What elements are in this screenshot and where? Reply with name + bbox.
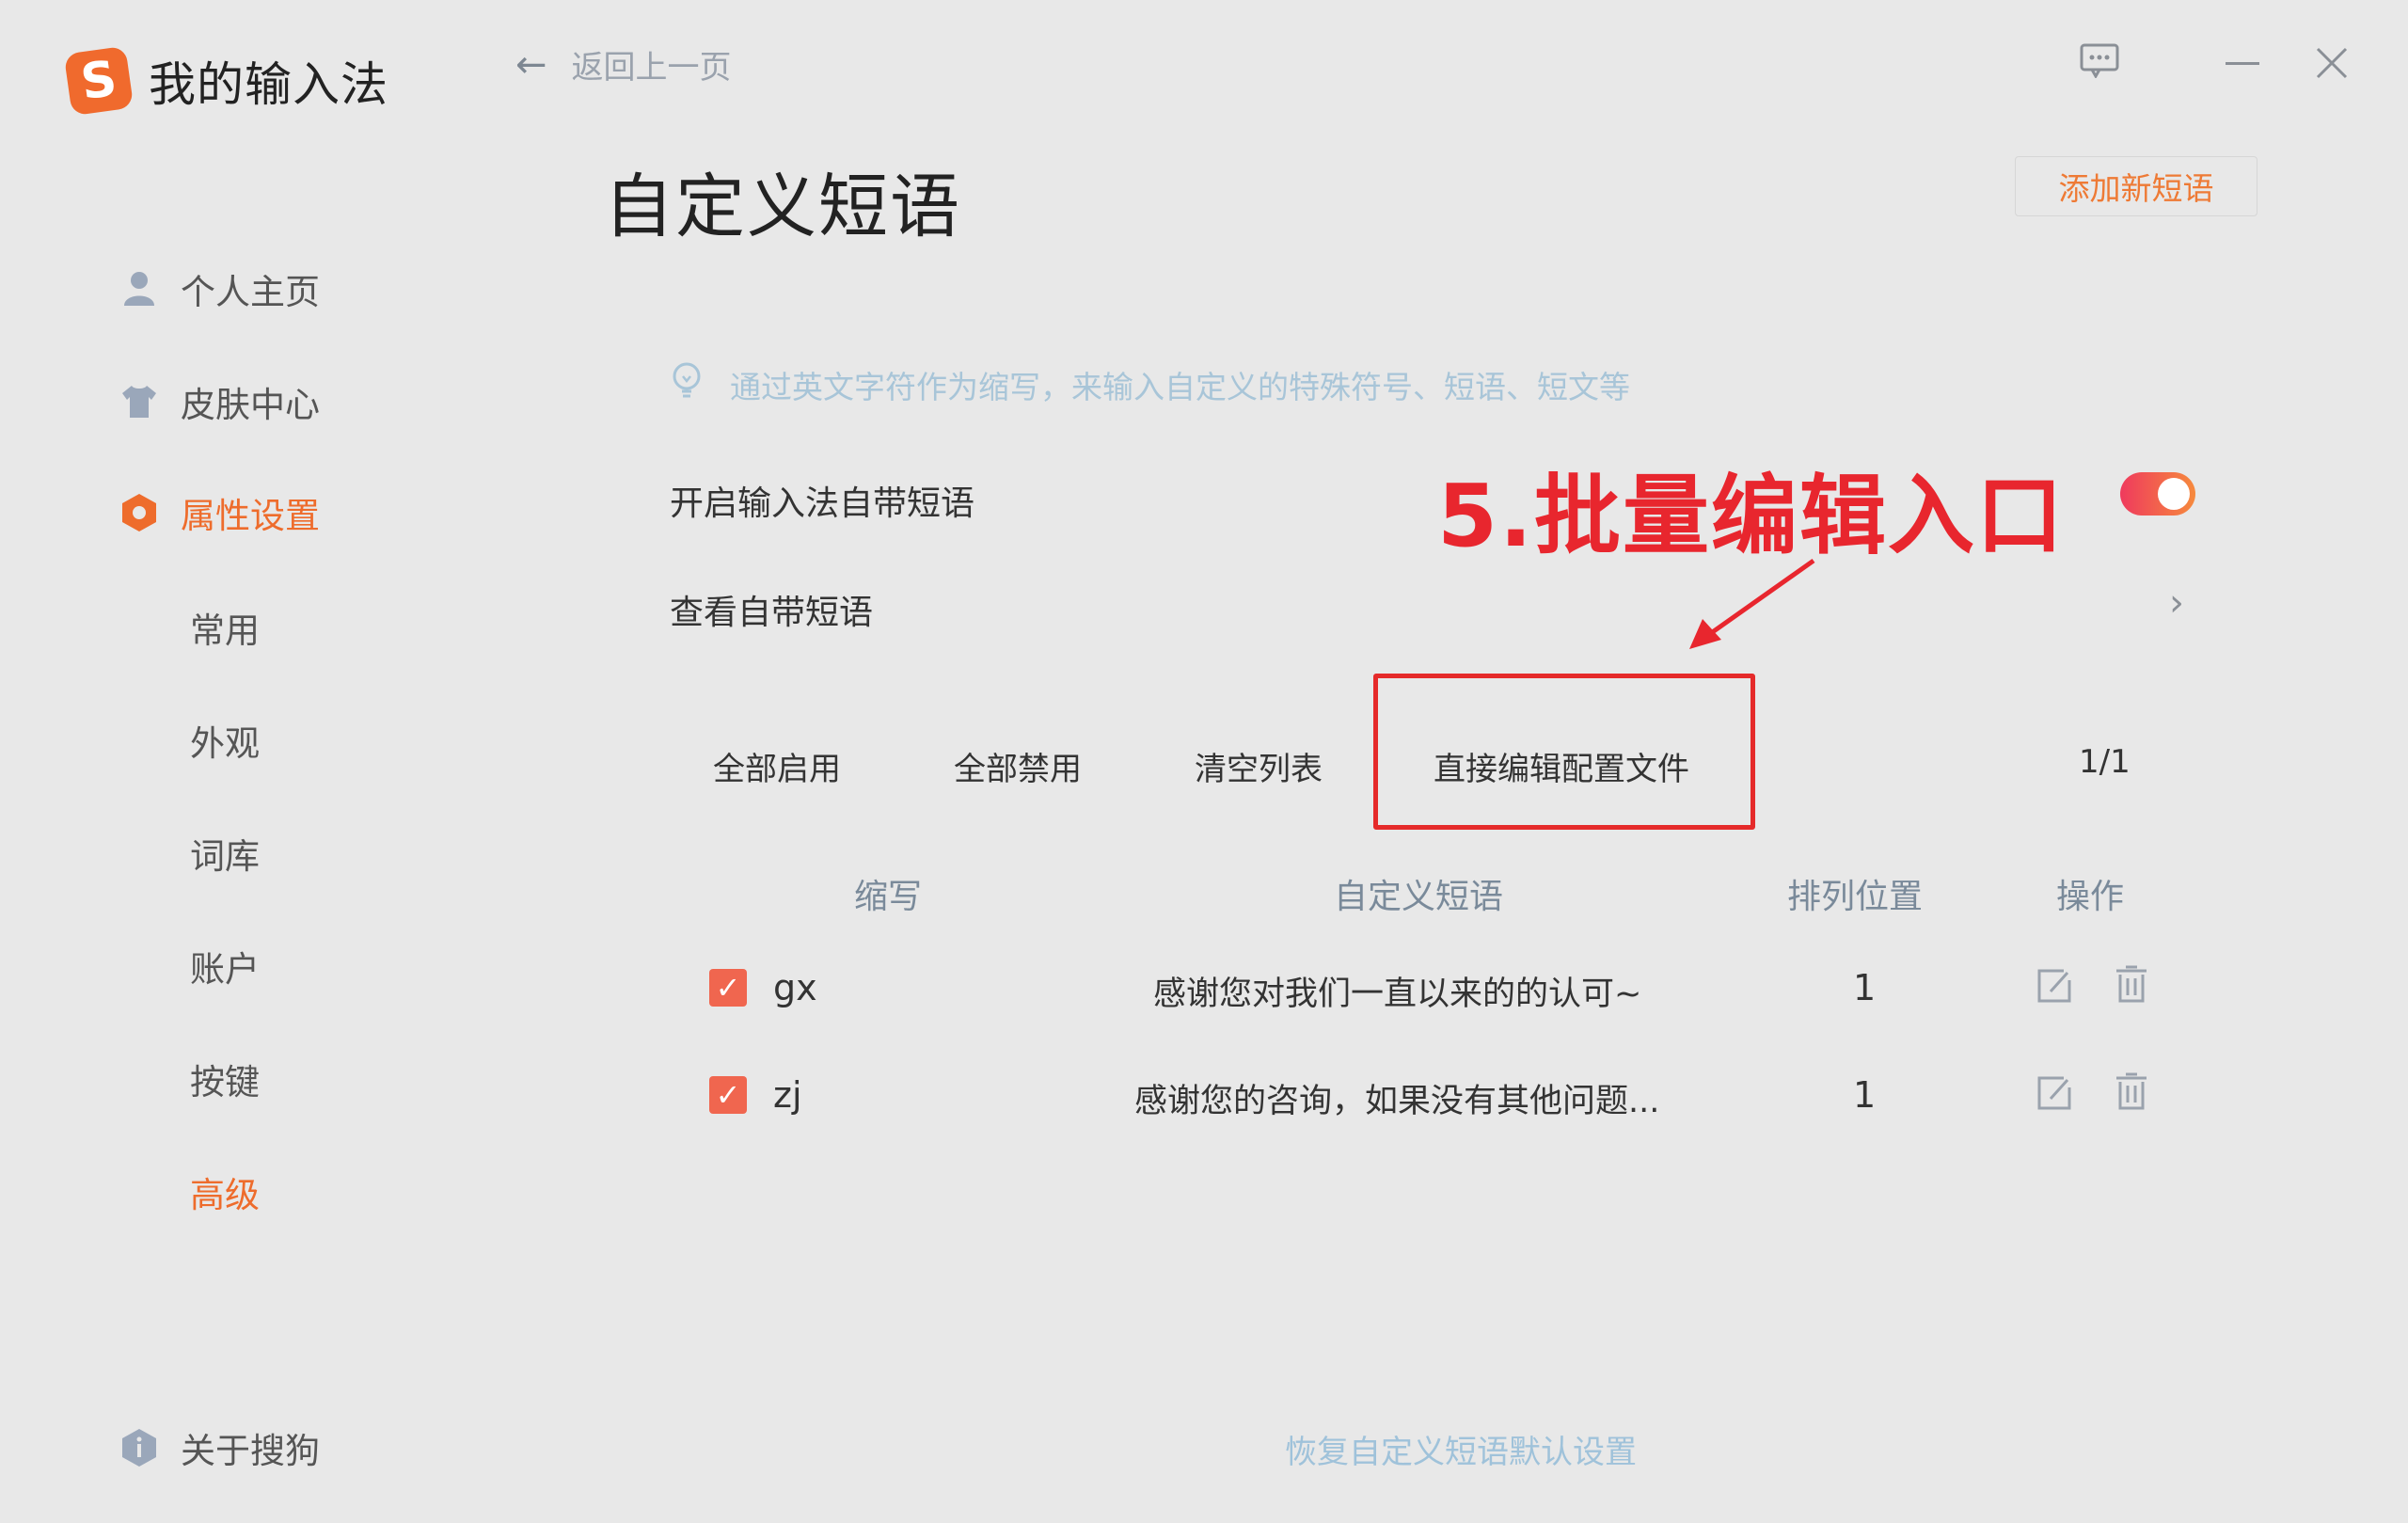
lightbulb-icon xyxy=(670,361,704,408)
shirt-icon xyxy=(120,383,158,420)
header-actions: 操作 xyxy=(2056,878,2125,916)
header-abbr: 缩写 xyxy=(854,878,923,916)
settings-hex-icon xyxy=(120,494,158,531)
add-phrase-button[interactable]: 添加新短语 xyxy=(2015,156,2258,216)
trash-icon[interactable] xyxy=(2113,1072,2150,1116)
toggle-knob xyxy=(2158,478,2190,510)
builtin-phrases-toggle[interactable] xyxy=(2120,472,2195,516)
sidebar-item-about[interactable]: 关于搜狗 xyxy=(120,1422,320,1473)
chat-icon xyxy=(2080,43,2119,80)
row-checkbox[interactable]: ✓ xyxy=(709,1076,747,1114)
sidebar-item-settings[interactable]: 属性设置 xyxy=(120,487,320,538)
sidebar-sub-appearance[interactable]: 外观 xyxy=(190,715,260,766)
sidebar-item-skins[interactable]: 皮肤中心 xyxy=(120,376,320,427)
annotation-arrow-icon xyxy=(1689,558,1815,649)
sidebar-item-label: 属性设置 xyxy=(181,496,320,536)
minimize-button[interactable] xyxy=(2226,62,2259,65)
row-position: 1 xyxy=(1853,967,1877,1008)
sidebar-item-profile[interactable]: 个人主页 xyxy=(120,263,320,314)
header-phrase: 自定义短语 xyxy=(1334,878,1504,916)
chevron-right-icon[interactable]: › xyxy=(2169,581,2184,625)
app-title: 我的输入法 xyxy=(149,57,388,112)
back-link[interactable]: ← 返回上一页 xyxy=(515,41,732,87)
hint-text: 通过英文字符作为缩写，来输入自定义的特殊符号、短语、短文等 xyxy=(670,361,1630,408)
clear-list-button[interactable]: 清空列表 xyxy=(1195,743,1323,789)
row-abbr: gx xyxy=(773,967,817,1008)
back-label: 返回上一页 xyxy=(571,49,732,87)
info-icon xyxy=(120,1429,158,1467)
app-logo: S 我的输入法 xyxy=(63,45,388,117)
page-indicator: 1/1 xyxy=(2079,743,2131,781)
trash-icon[interactable] xyxy=(2113,965,2150,1008)
sidebar-sub-common[interactable]: 常用 xyxy=(190,602,260,653)
sidebar-sub-dictionary[interactable]: 词库 xyxy=(190,828,260,879)
user-icon xyxy=(120,270,158,308)
edit-icon[interactable] xyxy=(2036,967,2073,1008)
edit-icon[interactable] xyxy=(2036,1074,2073,1116)
annotation-text: 5.批量编辑入口 xyxy=(1437,466,2065,566)
sidebar-sub-advanced[interactable]: 高级 xyxy=(190,1166,260,1217)
sidebar-item-label: 皮肤中心 xyxy=(181,385,320,425)
close-button[interactable] xyxy=(2314,45,2350,85)
feedback-button[interactable] xyxy=(2079,41,2120,87)
sogou-logo-icon: S xyxy=(63,45,135,117)
restore-defaults-link[interactable]: 恢复自定义短语默认设置 xyxy=(1285,1426,1637,1472)
builtin-toggle-label: 开启输入法自带短语 xyxy=(670,484,975,523)
row-phrase: 感谢您对我们一直以来的的认可~ xyxy=(1153,976,1642,1013)
view-builtin-label[interactable]: 查看自带短语 xyxy=(670,585,873,634)
row-phrase: 感谢您的咨询，如果没有其他问题... xyxy=(1134,1083,1660,1120)
annotation-highlight-box xyxy=(1373,674,1755,830)
page-title: 自定义短语 xyxy=(604,167,961,247)
sidebar-item-label: 个人主页 xyxy=(181,272,320,312)
sidebar-sub-keys[interactable]: 按键 xyxy=(190,1054,260,1104)
close-icon xyxy=(2316,47,2348,79)
hint-label: 通过英文字符作为缩写，来输入自定义的特殊符号、短语、短文等 xyxy=(730,369,1630,405)
row-position: 1 xyxy=(1853,1074,1877,1116)
enable-all-button[interactable]: 全部启用 xyxy=(713,743,841,789)
disable-all-button[interactable]: 全部禁用 xyxy=(954,743,1082,789)
row-abbr: zj xyxy=(773,1074,802,1116)
sidebar-item-label: 关于搜狗 xyxy=(181,1431,320,1471)
header-position: 排列位置 xyxy=(1787,878,1924,916)
arrow-left-icon: ← xyxy=(515,42,547,87)
sidebar-sub-account[interactable]: 账户 xyxy=(190,941,260,992)
row-checkbox[interactable]: ✓ xyxy=(709,969,747,1007)
